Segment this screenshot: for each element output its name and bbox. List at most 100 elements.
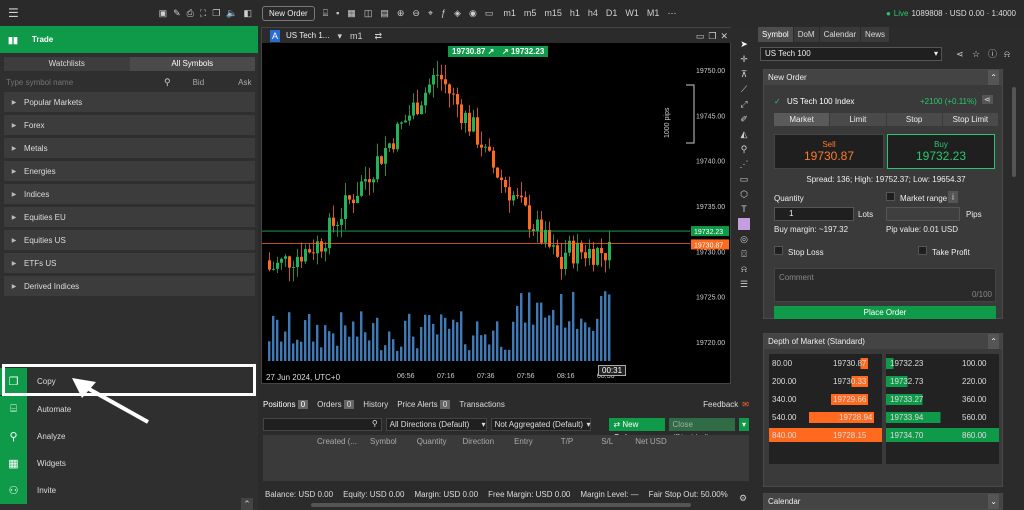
text-tool-icon[interactable]: T (741, 203, 747, 215)
measure-icon[interactable]: ⋰ (740, 158, 749, 170)
tf-d1[interactable]: D1 (606, 7, 618, 19)
collapse-icon[interactable]: ◧ (243, 7, 252, 19)
search-icon[interactable]: ⚲ (164, 76, 171, 88)
cursor-icon[interactable]: ➤ (740, 38, 748, 50)
tab-all-symbols[interactable]: All Symbols (129, 57, 255, 71)
directions-select[interactable]: All Directions (Default) ▾ (385, 418, 487, 431)
chart-type-icon[interactable]: ⌸ (323, 7, 328, 19)
col-entry[interactable]: Entry (514, 435, 533, 448)
layout-quad-icon[interactable]: ▤ (380, 7, 389, 19)
star-icon[interactable]: ☆ (972, 48, 980, 60)
rectangle-icon[interactable]: ▭ (740, 173, 749, 185)
tf-h1[interactable]: h1 (570, 7, 580, 19)
take-profit-checkbox[interactable] (918, 246, 927, 255)
collapse-up-icon[interactable]: ⌃ (988, 70, 999, 85)
col-direction[interactable]: Direction (463, 435, 495, 448)
dom-sell-row[interactable]: 80.00 19730.87 (769, 356, 882, 370)
camera-icon[interactable]: ⌼ (741, 248, 746, 260)
tf-m5[interactable]: m5 (524, 7, 537, 19)
fullscreen-icon[interactable]: ⛶ (200, 7, 206, 19)
layers-icon[interactable]: ◈ (454, 7, 461, 19)
circle-icon[interactable]: ◎ (740, 233, 748, 245)
dom-buy-row[interactable]: 19733.94 560.00 (886, 410, 999, 424)
category-equities-us[interactable]: ▶ Equities US (4, 230, 255, 250)
sound-icon[interactable]: 🔈 (226, 7, 237, 19)
restore-icon[interactable]: ❐ (708, 30, 716, 42)
template-icon[interactable]: ▭ (485, 7, 494, 19)
bottom-scrollbar[interactable] (311, 503, 691, 507)
tab-orders[interactable]: Orders 0 (317, 399, 355, 409)
account-info[interactable]: 1089808 · USD 0.00 · 1:4000 (911, 9, 1016, 18)
print-icon[interactable]: ⎙ (187, 7, 194, 19)
settings-sliders-icon[interactable]: ☰ (740, 278, 748, 290)
symbol-select[interactable]: US Tech 100 ▾ (760, 47, 942, 61)
bell-icon[interactable]: ▣ (159, 7, 168, 19)
tf-w1[interactable]: W1 (625, 7, 639, 19)
order-type-stop-limit[interactable]: Stop Limit (942, 113, 998, 126)
alert-bell-icon[interactable]: ⍾ (741, 263, 747, 275)
stop-loss-checkbox[interactable] (774, 246, 783, 255)
calendar-header[interactable]: Calendar ⌄ (764, 494, 1002, 509)
feedback-link[interactable]: Feedback (703, 400, 738, 409)
order-type-stop[interactable]: Stop (886, 113, 942, 126)
collapse-up-icon[interactable]: ⌃ (241, 498, 253, 510)
category-equities-eu[interactable]: ▶ Equities EU (4, 207, 255, 227)
tab-watchlists[interactable]: Watchlists (4, 57, 130, 71)
market-range-checkbox[interactable] (886, 192, 895, 201)
collapse-up-icon[interactable]: ⌃ (988, 334, 999, 349)
right-scrollbar[interactable] (1012, 87, 1016, 177)
order-type-limit[interactable]: Limit (830, 113, 886, 126)
tab-price-alerts[interactable]: Price Alerts 0 (397, 399, 451, 409)
layout-grid-icon[interactable]: ▦ (347, 7, 356, 19)
col-net-usd[interactable]: Net USD (635, 435, 667, 448)
sell-badge[interactable]: 19730.87 ↗ (448, 46, 499, 57)
crosshair-icon[interactable]: ⌖ (428, 7, 433, 19)
tools-icon[interactable]: ✎ (173, 7, 181, 19)
close-chart-icon[interactable]: ✕ (720, 30, 728, 42)
tab-positions[interactable]: Positions 0 (263, 399, 309, 409)
tab-news[interactable]: News (861, 27, 890, 42)
tf-m15[interactable]: m15 (544, 7, 562, 19)
tf-mn1[interactable]: M1 (647, 7, 660, 19)
dom-sell-row[interactable]: 840.00 19728.15 (769, 428, 882, 442)
tab-history[interactable]: History (363, 400, 388, 409)
trade-header[interactable]: ▮▮ Trade (0, 26, 258, 53)
col-tp[interactable]: T/P (561, 435, 573, 448)
comment-box[interactable]: Comment 0/100 (774, 268, 996, 302)
crosshair-tool-icon[interactable]: ✛ (740, 53, 748, 65)
close-dropdown-icon[interactable]: ▾ (738, 418, 749, 431)
brush-icon[interactable]: ✐ (740, 113, 748, 125)
tab-calendar[interactable]: Calendar (819, 27, 861, 42)
symbol-search-input[interactable] (4, 75, 164, 89)
col-sl[interactable]: S/L (601, 435, 613, 448)
dom-buy-row[interactable]: 19732.73 220.00 (886, 374, 999, 388)
hamburger-menu-icon[interactable]: ☰ (8, 7, 19, 19)
fill-icon[interactable]: ◭ (741, 128, 748, 140)
settings-gear-icon[interactable]: ⚙ (739, 492, 747, 504)
dom-sell-row[interactable]: 340.00 19729.66 (769, 392, 882, 406)
share-icon[interactable]: ⋖ (956, 48, 964, 60)
info-icon[interactable]: ⓘ (988, 48, 997, 60)
col-created[interactable]: Created (... (317, 435, 357, 448)
more-icon[interactable]: ⋯ (667, 7, 676, 19)
category-etfs-us[interactable]: ▶ ETFs US (4, 253, 255, 273)
info-small-icon[interactable]: i (948, 191, 958, 203)
col-symbol[interactable]: Symbol (370, 435, 397, 448)
quantity-stepper[interactable]: 1 (774, 207, 854, 221)
zoom-in-icon[interactable]: ⊕ (397, 7, 405, 19)
shape-icon[interactable]: ⬡ (740, 188, 748, 200)
ray-tool-icon[interactable]: ⤢ (740, 98, 747, 110)
tab-dom[interactable]: DoM (793, 27, 819, 42)
dom-buy-row[interactable]: 19732.23 100.00 (886, 356, 999, 370)
buy-button[interactable]: Buy 19732.23 (887, 134, 995, 169)
category-indices[interactable]: ▶ Indices (4, 184, 255, 204)
zoom-out-icon[interactable]: ⊖ (412, 7, 420, 19)
chart-area[interactable]: A US Tech 1... ▾ m1 ⇄ ▭ ❐ ✕ 19750.00 1974… (261, 27, 732, 384)
layout-split-icon[interactable]: ◫ (364, 7, 373, 19)
tf-h4[interactable]: h4 (588, 7, 598, 19)
dom-sell-row[interactable]: 200.00 19730.33 (769, 374, 882, 388)
category-derived-indices[interactable]: ▶ Derived Indices (4, 276, 255, 296)
dom-buy-row[interactable]: 19733.27 360.00 (886, 392, 999, 406)
category-popular-markets[interactable]: ▶ Popular Markets (4, 92, 255, 112)
tf-m1[interactable]: m1 (503, 7, 516, 19)
